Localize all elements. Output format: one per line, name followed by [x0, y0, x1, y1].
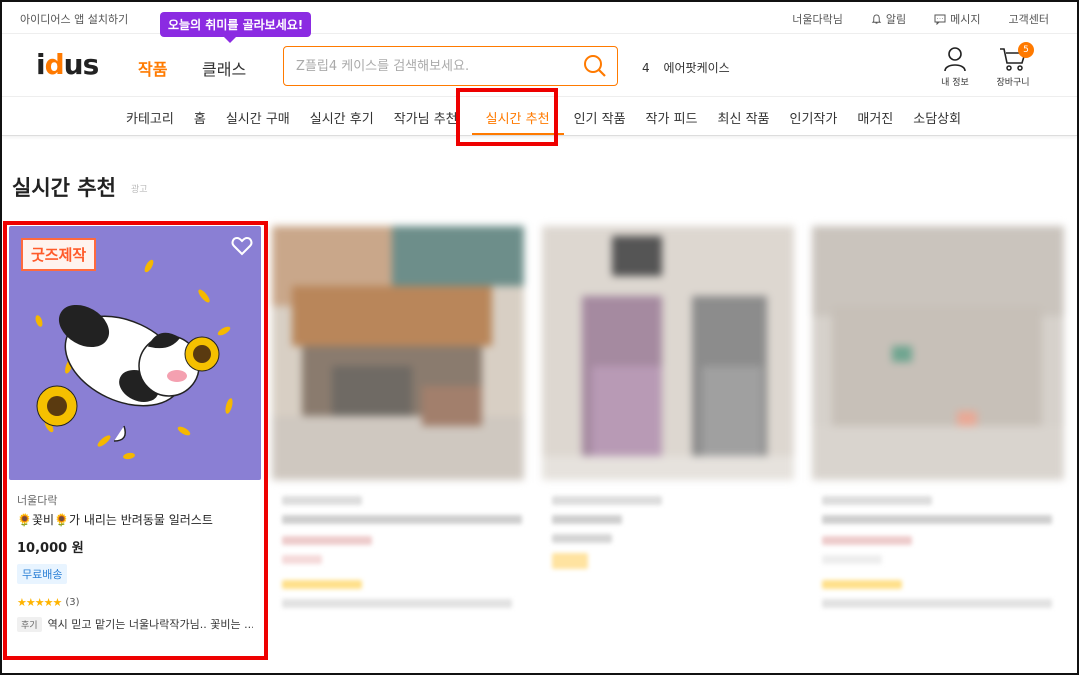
- star-rating-icon: ★★★★★: [17, 596, 62, 609]
- section-title: 실시간 추천: [12, 176, 116, 200]
- cart-label: 장바구니: [996, 78, 1030, 88]
- customer-center-link[interactable]: 고객센터: [1009, 11, 1049, 27]
- product-price: 10,000 원: [17, 541, 84, 556]
- review-text: 역시 믿고 맡기는 너울나락작가님.. 꽃비는 ...: [47, 618, 253, 631]
- sunflower-large-icon: [36, 385, 78, 427]
- free-shipping-badge: 무료배송: [17, 564, 68, 584]
- tab-popular-artists[interactable]: 인기작가: [790, 97, 838, 135]
- ranking-number: 4: [642, 61, 650, 75]
- cart-count-badge: 5: [1018, 42, 1034, 58]
- artist-name[interactable]: 너울다락: [17, 492, 261, 508]
- ad-label: 광고: [131, 185, 148, 195]
- blurred-text: [822, 515, 1052, 524]
- blurred-text: [282, 515, 522, 524]
- review-tag: 후기: [17, 616, 42, 632]
- product-image[interactable]: 굿즈제작: [9, 226, 261, 480]
- review-count: (3): [65, 597, 80, 608]
- my-info-button[interactable]: 내 정보: [930, 46, 980, 88]
- search-input[interactable]: [296, 56, 566, 76]
- notification-link[interactable]: 알림: [871, 11, 906, 27]
- product-title[interactable]: 🌻꽃비🌻가 내리는 반려동물 일러스트: [17, 511, 261, 528]
- tab-magazine[interactable]: 매거진: [857, 97, 893, 135]
- blurred-text: [822, 599, 1052, 608]
- product-image-blurred[interactable]: [542, 226, 794, 480]
- pixelated-image: [272, 226, 524, 480]
- blurred-text: [552, 553, 588, 569]
- app-install-link[interactable]: 아이디어스 앱 설치하기: [20, 11, 128, 27]
- product-card-blurred[interactable]: [542, 226, 794, 569]
- product-card-blurred[interactable]: [272, 226, 524, 608]
- blurred-text: [822, 580, 902, 589]
- message-icon: [934, 14, 946, 25]
- tab-realtime-purchase[interactable]: 실시간 구매: [226, 97, 290, 135]
- hobby-tooltip[interactable]: 오늘의 취미를 골라보세요!: [160, 12, 312, 43]
- tab-category[interactable]: 카테고리: [126, 97, 174, 135]
- my-info-label: 내 정보: [941, 78, 969, 88]
- search-box: [283, 46, 618, 86]
- product-card[interactable]: 굿즈제작 너울다락 🌻꽃비🌻가 내리는 반려동물 일러스트 10,000 원 무…: [9, 226, 261, 632]
- popular-search-ranking[interactable]: 4 에어팟케이스: [642, 59, 730, 76]
- blurred-text: [552, 534, 612, 543]
- notification-label: 알림: [885, 13, 907, 26]
- review-snippet[interactable]: 후기 역시 믿고 맡기는 너울나락작가님.. 꽃비는 ...: [17, 616, 253, 632]
- nav-products[interactable]: 작품: [138, 56, 167, 80]
- top-utility-bar: 아이디어스 앱 설치하기 오늘의 취미를 골라보세요! 너울다락님 알림 메시지…: [2, 2, 1077, 43]
- ranking-term: 에어팟케이스: [663, 61, 730, 75]
- nav-class[interactable]: 클래스: [202, 56, 246, 80]
- bell-icon: [871, 13, 882, 24]
- tab-realtime-recommend[interactable]: 실시간 추천: [471, 97, 564, 135]
- rating: ★★★★★ (3): [17, 596, 261, 609]
- tab-artist-feed[interactable]: 작가 피드: [646, 97, 698, 135]
- category-nav: 카테고리 홈 실시간 구매 실시간 후기 작가님 추천 실시간 추천 인기 작품…: [2, 96, 1077, 136]
- blurred-text: [282, 536, 372, 545]
- blurred-text: [552, 496, 662, 505]
- goods-production-badge: 굿즈제작: [21, 238, 97, 271]
- heart-icon[interactable]: [231, 236, 253, 256]
- blurred-text: [552, 515, 622, 524]
- cart-button[interactable]: 장바구니 5: [988, 42, 1038, 88]
- user-name-link[interactable]: 너울다락님: [792, 11, 843, 27]
- product-image-blurred[interactable]: [812, 226, 1064, 480]
- tab-artist-recommend[interactable]: 작가님 추천: [394, 97, 458, 135]
- tab-realtime-review[interactable]: 실시간 후기: [310, 97, 374, 135]
- user-name-label: 너울다락님: [792, 13, 843, 26]
- blurred-text: [282, 555, 322, 564]
- blurred-text: [282, 580, 362, 589]
- message-link[interactable]: 메시지: [934, 11, 981, 27]
- main-header: idus 작품 클래스 4 에어팟케이스 내 정보 장바구니 5: [2, 34, 1077, 96]
- blurred-text: [822, 496, 932, 505]
- tab-home[interactable]: 홈: [194, 97, 206, 135]
- tab-latest-products[interactable]: 최신 작품: [718, 97, 770, 135]
- blurred-text: [822, 536, 912, 545]
- customer-center-label: 고객센터: [1008, 13, 1049, 26]
- blurred-text: [282, 496, 362, 505]
- idus-logo[interactable]: idus: [36, 48, 99, 81]
- product-card-blurred[interactable]: [812, 226, 1064, 608]
- message-label: 메시지: [950, 13, 981, 26]
- blurred-text: [822, 555, 882, 564]
- pixelated-image: [812, 226, 1064, 480]
- user-icon: [944, 47, 966, 72]
- tab-popular-products[interactable]: 인기 작품: [574, 97, 626, 135]
- product-image-blurred[interactable]: [272, 226, 524, 480]
- pixelated-image: [542, 226, 794, 480]
- sunflower-small-icon: [184, 336, 220, 372]
- search-icon[interactable]: [583, 54, 607, 78]
- tab-sodam-store[interactable]: 소담상회: [913, 97, 961, 135]
- blurred-text: [282, 599, 512, 608]
